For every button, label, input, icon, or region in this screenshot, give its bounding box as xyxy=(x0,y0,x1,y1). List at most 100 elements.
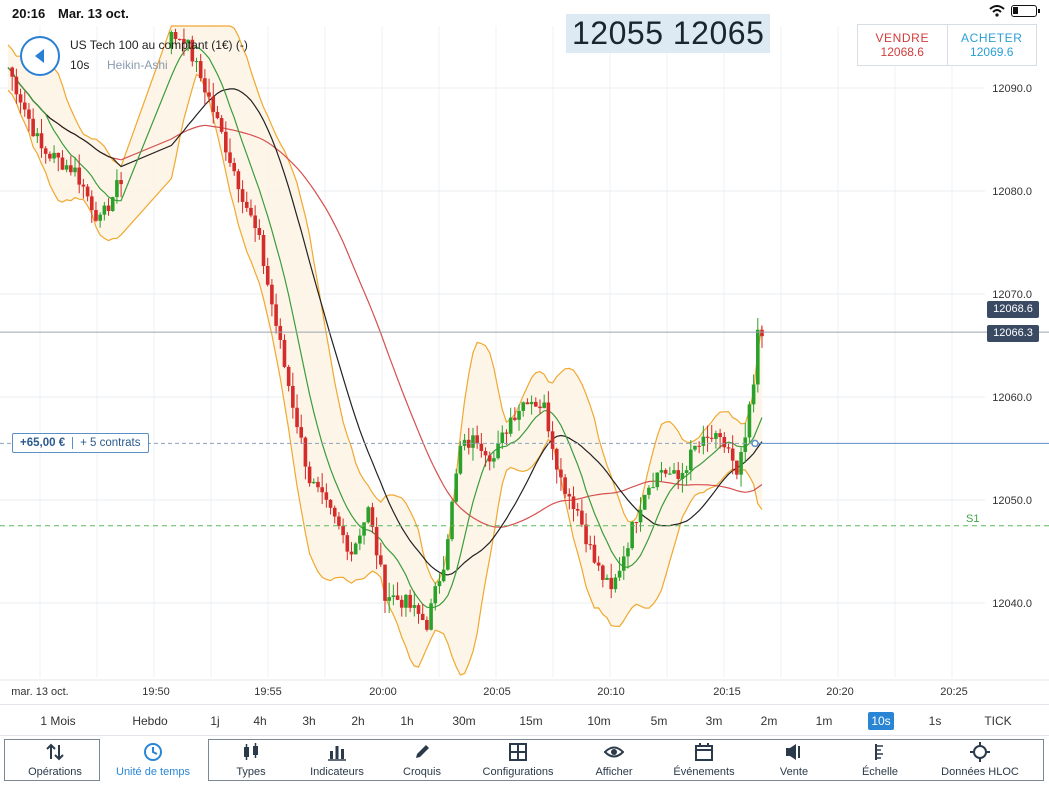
candle-body xyxy=(240,189,245,202)
toolbar-candles-button[interactable]: Types xyxy=(203,737,299,783)
candle-body xyxy=(408,594,412,608)
toolbar-label: Échelle xyxy=(861,766,899,778)
candle-body xyxy=(257,228,262,235)
candle-body xyxy=(529,401,534,405)
toolbar-layout-button[interactable]: Configurations xyxy=(470,737,566,783)
timeframe-2h[interactable]: 2h xyxy=(334,712,382,730)
toolbar-scale-button[interactable]: Échelle xyxy=(832,737,928,783)
toolbar-clock-button[interactable]: Unité de temps xyxy=(105,737,201,783)
candle-body xyxy=(680,472,685,479)
status-time: 20:16 xyxy=(12,6,46,21)
candle-body xyxy=(110,197,115,211)
candle-body xyxy=(601,565,605,580)
battery-icon xyxy=(1011,5,1040,17)
position-pill[interactable]: +65,00 € + 5 contrats xyxy=(12,433,149,453)
toolbar-label: Configurations xyxy=(482,766,554,778)
candle-body xyxy=(693,445,697,450)
candle-body xyxy=(420,613,425,620)
candle-body xyxy=(471,435,475,448)
candle-body xyxy=(286,366,291,386)
toolbar-pencil-button[interactable]: Croquis xyxy=(374,737,470,783)
timeframe-10s[interactable]: 10s xyxy=(868,712,894,730)
candle-body xyxy=(77,167,82,185)
candle-body xyxy=(98,214,102,221)
candle-body xyxy=(295,407,299,428)
timeframe-tick[interactable]: TICK xyxy=(974,712,1022,730)
candle-body xyxy=(215,111,220,119)
candle-body xyxy=(48,153,52,159)
candle-body xyxy=(534,401,538,407)
speaker-icon xyxy=(746,742,842,766)
back-button[interactable] xyxy=(20,36,60,76)
toolbar-crosshair-button[interactable]: Données HLOC xyxy=(932,737,1028,783)
price-chart[interactable]: 12090.0 12080.0 12070.0 12060.0 12050.0 12040… xyxy=(0,0,1049,700)
candle-body xyxy=(588,544,593,546)
toolbar-calendar-button[interactable]: Événements xyxy=(656,737,752,783)
y-tick-label: 12070.0 xyxy=(992,289,1032,301)
toolbar-speaker-button[interactable]: Vente xyxy=(746,737,842,783)
x-tick-label: 20:25 xyxy=(940,686,968,698)
candle-body xyxy=(487,455,492,462)
candle-body xyxy=(479,443,484,451)
candle-body xyxy=(617,570,622,578)
bottom-toolbar: Opérations Unité de temps Types Indicateurs… xyxy=(0,737,1049,786)
candle-body xyxy=(27,109,31,119)
candle-body xyxy=(211,96,216,112)
candle-body xyxy=(605,577,609,580)
candle-body xyxy=(756,329,760,385)
candle-body xyxy=(85,186,90,197)
candle-body xyxy=(316,481,320,488)
candle-body xyxy=(311,481,316,484)
toolbar-bar-chart-button[interactable]: Indicateurs xyxy=(289,737,385,783)
candle-body xyxy=(559,469,563,478)
candle-body xyxy=(102,205,107,215)
timeframe-1s[interactable]: 1s xyxy=(911,712,959,730)
candle-body xyxy=(370,507,375,527)
x-tick-label: mar. 13 oct. xyxy=(11,686,68,698)
toolbar-label: Événements xyxy=(673,766,735,778)
timeframe-1m[interactable]: 1m xyxy=(800,712,848,730)
candle-body xyxy=(609,577,613,590)
candle-body xyxy=(18,94,23,103)
candle-body xyxy=(374,526,379,556)
candle-body xyxy=(416,605,421,614)
candle-body xyxy=(10,67,14,77)
candle-body xyxy=(714,433,718,439)
sell-label: VENDRE xyxy=(875,31,930,45)
timeframe-10m[interactable]: 10m xyxy=(575,712,623,730)
timeframe-30m[interactable]: 30m xyxy=(440,712,488,730)
candle-body xyxy=(483,450,488,456)
timeframe-1j[interactable]: 1j xyxy=(191,712,239,730)
candle-body xyxy=(446,539,450,570)
timeframe-4h[interactable]: 4h xyxy=(236,712,284,730)
x-tick-label: 20:05 xyxy=(483,686,511,698)
candle-body xyxy=(366,507,371,523)
timeframe-5m[interactable]: 5m xyxy=(635,712,683,730)
timeframe-hebdo[interactable]: Hebdo xyxy=(126,712,174,730)
timeframe-1h[interactable]: 1h xyxy=(383,712,431,730)
buy-button[interactable]: ACHETER 12069.6 xyxy=(946,25,1037,65)
candle-body xyxy=(253,215,257,229)
instrument-name: US Tech 100 au comptant (1€) (-) xyxy=(70,38,248,52)
candle-body xyxy=(655,472,660,488)
timeframe-1-mois[interactable]: 1 Mois xyxy=(34,712,82,730)
candle-body xyxy=(324,492,329,500)
y-tick-label: 12090.0 xyxy=(992,83,1032,95)
candle-body xyxy=(701,436,706,446)
position-pnl: +65,00 € xyxy=(13,437,74,449)
candle-body xyxy=(697,445,701,447)
candle-body xyxy=(517,410,521,420)
timeframe-15m[interactable]: 15m xyxy=(507,712,555,730)
timeframe-3m[interactable]: 3m xyxy=(690,712,738,730)
candle-body xyxy=(270,284,274,305)
timeframe-2m[interactable]: 2m xyxy=(745,712,793,730)
toolbar-sort-arrows-button[interactable]: Opérations xyxy=(7,737,103,783)
scale-icon xyxy=(832,742,928,766)
status-bar: 20:16 Mar. 13 oct. xyxy=(0,0,1049,26)
candle-body xyxy=(119,180,123,185)
candle-body xyxy=(349,551,354,555)
candle-body xyxy=(747,404,752,438)
toolbar-eye-button[interactable]: Afficher xyxy=(566,737,662,783)
timeframe-3h[interactable]: 3h xyxy=(285,712,333,730)
sell-button[interactable]: VENDRE 12068.6 xyxy=(858,25,947,65)
